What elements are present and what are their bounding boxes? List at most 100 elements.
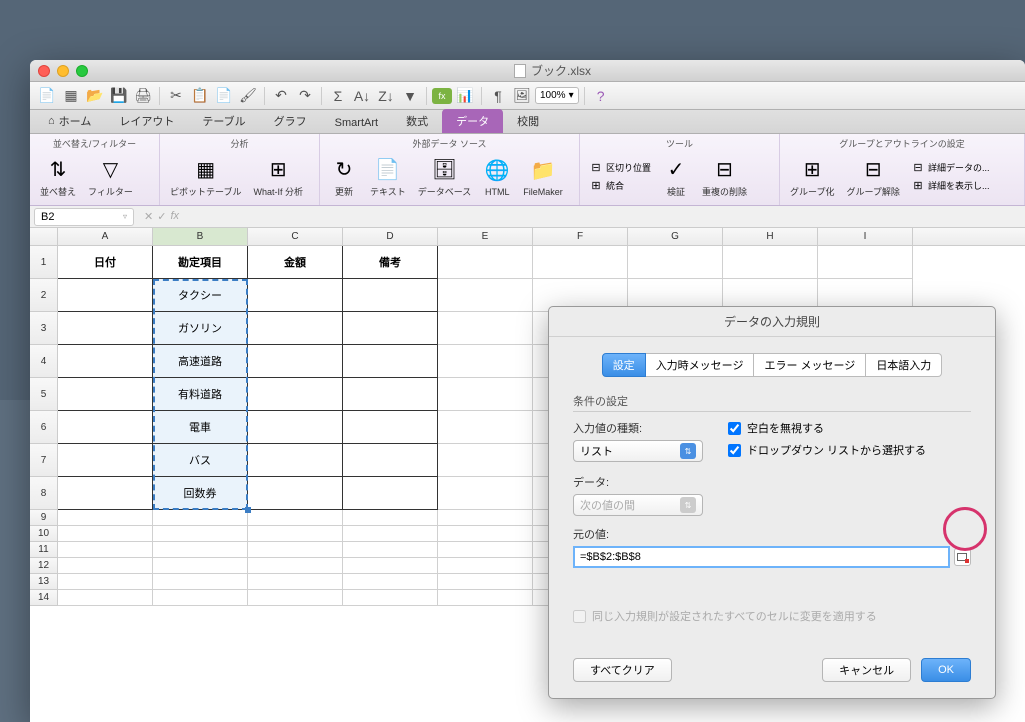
source-input[interactable]: [573, 546, 950, 568]
fx-formula-icon[interactable]: fx: [170, 210, 179, 223]
filter-button[interactable]: ▽フィルター: [84, 153, 137, 200]
cell[interactable]: [438, 411, 533, 444]
autosum-icon[interactable]: Σ: [327, 85, 349, 107]
text-import-button[interactable]: 📄テキスト: [366, 153, 410, 200]
cut-icon[interactable]: ✂: [165, 85, 187, 107]
cell[interactable]: ガソリン: [153, 312, 248, 345]
cell[interactable]: [533, 246, 628, 279]
remove-duplicates-button[interactable]: ⊟重複の削除: [698, 153, 751, 200]
cell[interactable]: [343, 345, 438, 378]
cell[interactable]: [438, 444, 533, 477]
sort-za-icon[interactable]: Z↓: [375, 85, 397, 107]
open-icon[interactable]: 📂: [84, 85, 106, 107]
row-header[interactable]: 7: [30, 444, 58, 477]
dialog-tab-input-message[interactable]: 入力時メッセージ: [646, 353, 755, 377]
filemaker-button[interactable]: 📁FileMaker: [519, 155, 567, 199]
chart-icon[interactable]: 📊: [454, 85, 476, 107]
cell[interactable]: [248, 378, 343, 411]
cell[interactable]: [438, 477, 533, 510]
cell[interactable]: 電車: [153, 411, 248, 444]
cell[interactable]: [58, 444, 153, 477]
accept-formula-icon[interactable]: ✓: [157, 210, 166, 223]
cell[interactable]: [343, 378, 438, 411]
cell[interactable]: [438, 312, 533, 345]
cell[interactable]: [343, 510, 438, 526]
cell[interactable]: [343, 558, 438, 574]
dialog-tab-ime[interactable]: 日本語入力: [866, 353, 942, 377]
ignore-blank-checkbox[interactable]: [728, 422, 741, 435]
dialog-tab-settings[interactable]: 設定: [602, 353, 646, 377]
ok-button[interactable]: OK: [921, 658, 971, 682]
row-header[interactable]: 4: [30, 345, 58, 378]
new-icon[interactable]: 📄: [36, 85, 58, 107]
close-button[interactable]: [38, 65, 50, 77]
row-header[interactable]: 14: [30, 590, 58, 606]
group-button[interactable]: ⊞グループ化: [786, 153, 838, 200]
selection-handle[interactable]: [245, 507, 251, 513]
row-header[interactable]: 5: [30, 378, 58, 411]
cell[interactable]: [248, 542, 343, 558]
validation-button[interactable]: ✓検証: [658, 153, 694, 200]
cell[interactable]: [343, 411, 438, 444]
cell[interactable]: [153, 510, 248, 526]
cell[interactable]: 金額: [248, 246, 343, 279]
col-header-d[interactable]: D: [343, 228, 438, 245]
cell[interactable]: [438, 279, 533, 312]
cell[interactable]: [248, 590, 343, 606]
row-header[interactable]: 8: [30, 477, 58, 510]
col-header-i[interactable]: I: [818, 228, 913, 245]
cell[interactable]: [438, 574, 533, 590]
media-icon[interactable]: 🖼: [511, 85, 533, 107]
clear-all-button[interactable]: すべてクリア: [573, 658, 672, 682]
dropdown-checkbox[interactable]: [728, 444, 741, 457]
cell[interactable]: [153, 574, 248, 590]
show-detail-button[interactable]: ⊞詳細を表示し...: [908, 178, 993, 194]
cell[interactable]: [248, 444, 343, 477]
tab-review[interactable]: 校閲: [503, 109, 553, 133]
cell[interactable]: [58, 345, 153, 378]
cell[interactable]: [248, 558, 343, 574]
row-header[interactable]: 3: [30, 312, 58, 345]
cell[interactable]: [153, 542, 248, 558]
cell[interactable]: [438, 526, 533, 542]
cell[interactable]: [248, 526, 343, 542]
hide-detail-button[interactable]: ⊟詳細データの...: [908, 160, 993, 176]
cell[interactable]: [248, 574, 343, 590]
cell[interactable]: [343, 590, 438, 606]
cell[interactable]: [58, 477, 153, 510]
cell[interactable]: [628, 246, 723, 279]
cell[interactable]: [438, 246, 533, 279]
paste-icon[interactable]: 📄: [213, 85, 235, 107]
cell[interactable]: [818, 246, 913, 279]
cell[interactable]: [58, 542, 153, 558]
fx-icon[interactable]: fx: [432, 88, 452, 104]
format-painter-icon[interactable]: 🖌: [237, 85, 259, 107]
template-icon[interactable]: ▦: [60, 85, 82, 107]
cell[interactable]: [58, 574, 153, 590]
cell[interactable]: [58, 312, 153, 345]
cell[interactable]: [58, 411, 153, 444]
help-icon[interactable]: ?: [590, 85, 612, 107]
sort-button[interactable]: ⇅並べ替え: [36, 153, 80, 200]
filter-toolbar-icon[interactable]: ▼: [399, 85, 421, 107]
row-header[interactable]: 12: [30, 558, 58, 574]
row-header[interactable]: 6: [30, 411, 58, 444]
cell[interactable]: 有料道路: [153, 378, 248, 411]
cell[interactable]: 勘定項目: [153, 246, 248, 279]
database-button[interactable]: 🗄データベース: [414, 153, 476, 200]
cell[interactable]: [153, 590, 248, 606]
cell[interactable]: [343, 542, 438, 558]
cell[interactable]: 高速道路: [153, 345, 248, 378]
pivot-button[interactable]: ▦ピボットテーブル: [166, 153, 245, 200]
cancel-formula-icon[interactable]: ✕: [144, 210, 153, 223]
cell[interactable]: [58, 279, 153, 312]
col-header-b[interactable]: B: [153, 228, 248, 245]
cell[interactable]: [58, 526, 153, 542]
refresh-button[interactable]: ↻更新: [326, 153, 362, 200]
tab-chart[interactable]: グラフ: [260, 109, 321, 133]
cell[interactable]: [248, 510, 343, 526]
cell[interactable]: [58, 378, 153, 411]
range-selector-button[interactable]: [954, 548, 971, 566]
cell[interactable]: [248, 477, 343, 510]
cell[interactable]: バス: [153, 444, 248, 477]
